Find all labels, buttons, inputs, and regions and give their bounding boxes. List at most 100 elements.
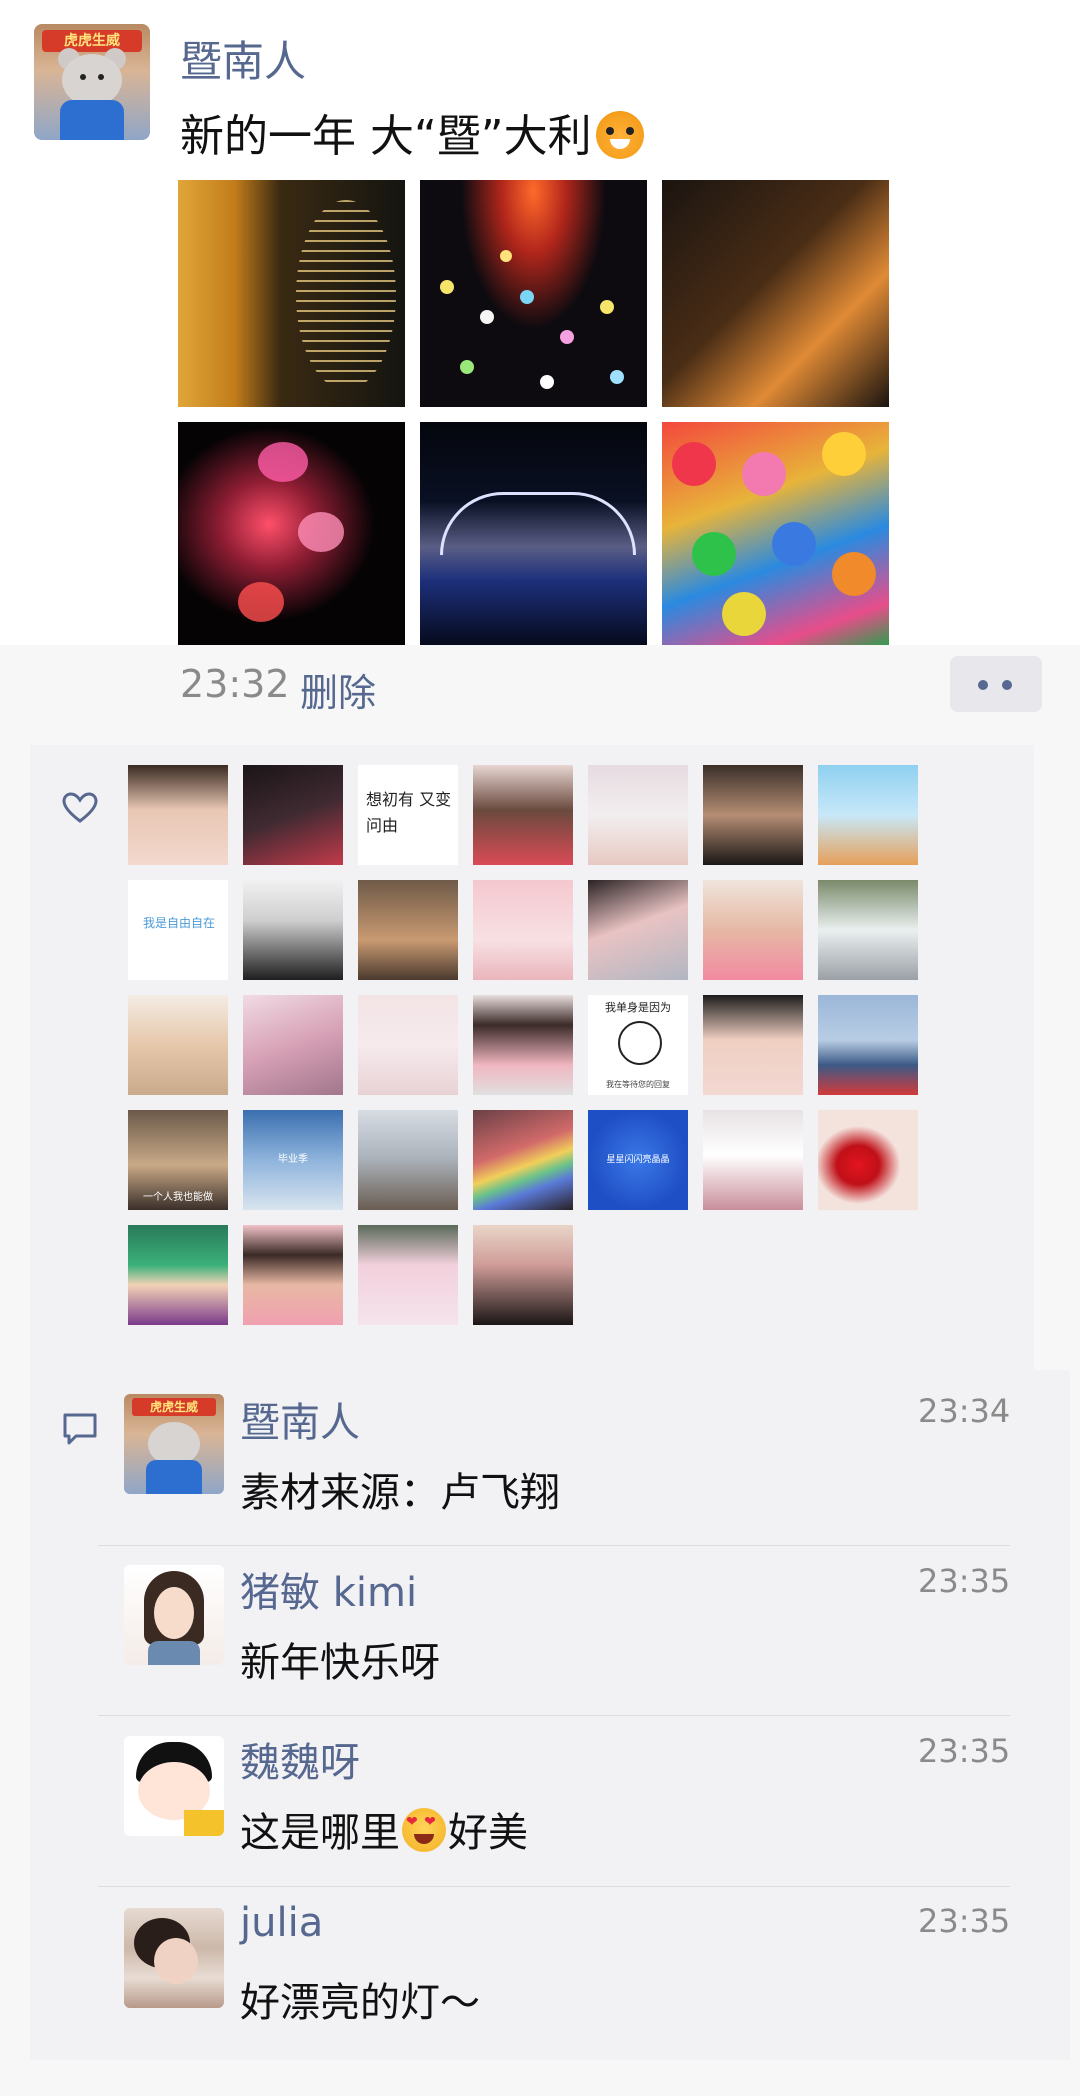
more-actions-button[interactable] bbox=[950, 656, 1042, 712]
liker-avatar[interactable]: 一个人我也能做 bbox=[128, 1110, 228, 1210]
liker-avatar[interactable]: 我单身是因为 我在等待您的回复 bbox=[588, 995, 688, 1095]
more-dot bbox=[1002, 680, 1012, 690]
liker-avatar[interactable] bbox=[473, 1110, 573, 1210]
poster-name[interactable]: 暨南人 bbox=[180, 28, 306, 89]
bridge-arch bbox=[440, 492, 636, 555]
more-dot bbox=[978, 680, 988, 690]
comment-author[interactable]: 暨南人 bbox=[240, 1390, 360, 1448]
photo-face bbox=[154, 1938, 198, 1984]
comment-avatar[interactable] bbox=[124, 1908, 224, 2008]
post-text-content: 新的一年 大“暨”大利 bbox=[180, 111, 592, 162]
cartoon-face-icon bbox=[618, 1021, 662, 1065]
photo-gold-lights-building[interactable] bbox=[178, 180, 405, 407]
lantern bbox=[822, 432, 866, 476]
liker-avatar[interactable] bbox=[243, 1225, 343, 1325]
lantern bbox=[672, 442, 716, 486]
comment-text[interactable]: 好漂亮的灯～ bbox=[240, 1970, 480, 2028]
bokeh-dot bbox=[610, 370, 624, 384]
cartoon-shirt bbox=[148, 1641, 200, 1665]
comment-author[interactable]: 猪敏 kimi bbox=[240, 1560, 417, 1618]
liker-avatar[interactable] bbox=[818, 765, 918, 865]
avatar-room-caption: 一个人我也能做 bbox=[143, 1192, 213, 1203]
liker-avatar[interactable] bbox=[128, 765, 228, 865]
liker-avatar[interactable] bbox=[128, 1225, 228, 1325]
delete-link[interactable]: 删除 bbox=[300, 662, 376, 717]
liker-avatar[interactable] bbox=[358, 1225, 458, 1325]
liker-avatar[interactable]: 毕业季 bbox=[243, 1110, 343, 1210]
comment-time: 23:35 bbox=[918, 1562, 1011, 1600]
bear-eye bbox=[80, 74, 86, 80]
comment-divider bbox=[98, 1715, 1010, 1716]
avatar-stars-caption: 星星闪闪亮晶晶 bbox=[606, 1155, 670, 1165]
liker-avatar[interactable] bbox=[128, 995, 228, 1095]
liker-avatar[interactable] bbox=[473, 880, 573, 980]
avatar-cartoon-caption: 我单身是因为 bbox=[605, 1001, 671, 1014]
comment-avatar[interactable] bbox=[124, 1736, 224, 1836]
tiger-face-icon bbox=[595, 111, 644, 159]
liker-avatar[interactable] bbox=[703, 880, 803, 980]
comment-divider bbox=[98, 1886, 1010, 1887]
comment-text[interactable]: 新年快乐呀 bbox=[240, 1630, 440, 1688]
avatar-handwriting-text: 想初有 又变问由 bbox=[366, 790, 452, 835]
butterfly-shape bbox=[258, 442, 308, 482]
liker-avatar[interactable] bbox=[358, 995, 458, 1095]
liker-avatar[interactable] bbox=[818, 1110, 918, 1210]
liker-avatar[interactable] bbox=[818, 995, 918, 1095]
comment-time: 23:34 bbox=[918, 1392, 1011, 1430]
bokeh-dot bbox=[440, 280, 454, 294]
bear-body bbox=[146, 1460, 202, 1494]
liker-avatar[interactable] bbox=[473, 765, 573, 865]
avatar-cartoon-subcaption: 我在等待您的回复 bbox=[606, 1080, 670, 1089]
liker-avatar[interactable] bbox=[818, 880, 918, 980]
liker-avatar[interactable] bbox=[243, 880, 343, 980]
photo-bridge-night-river[interactable] bbox=[420, 422, 647, 649]
comment-avatar[interactable] bbox=[124, 1565, 224, 1665]
bokeh-dot bbox=[560, 330, 574, 344]
liker-avatar[interactable] bbox=[243, 995, 343, 1095]
comment-text-part: 这是哪里 bbox=[240, 1810, 400, 1856]
comment-icon bbox=[63, 1413, 97, 1445]
bear-eye bbox=[98, 74, 104, 80]
heart-eyes-emoji-icon bbox=[402, 1808, 446, 1852]
lantern bbox=[692, 532, 736, 576]
photo-string-lights-tower[interactable] bbox=[662, 180, 889, 407]
comment-author[interactable]: 魏魏呀 bbox=[240, 1730, 360, 1788]
comment-avatar[interactable]: 虎虎生威 bbox=[124, 1394, 224, 1494]
liker-avatar[interactable] bbox=[243, 765, 343, 865]
liker-avatar[interactable] bbox=[588, 880, 688, 980]
liker-avatar[interactable]: 想初有 又变问由 bbox=[358, 765, 458, 865]
post-text: 新的一年 大“暨”大利 bbox=[180, 100, 644, 164]
heart-icon bbox=[62, 792, 98, 823]
bokeh-dot bbox=[480, 310, 494, 324]
comment-text[interactable]: 素材来源：卢飞翔 bbox=[240, 1460, 560, 1518]
comment-text[interactable]: 这是哪里 好美 bbox=[240, 1800, 528, 1858]
lantern bbox=[772, 522, 816, 566]
liker-avatar[interactable] bbox=[358, 1110, 458, 1210]
liker-avatar[interactable] bbox=[358, 880, 458, 980]
poster-avatar[interactable]: 虎虎生威 bbox=[34, 24, 150, 140]
bokeh-dot bbox=[460, 360, 474, 374]
liker-avatar[interactable] bbox=[588, 765, 688, 865]
liker-avatar[interactable] bbox=[473, 1225, 573, 1325]
photo-colorful-lanterns[interactable] bbox=[662, 422, 889, 649]
butterfly-shape bbox=[238, 582, 284, 622]
post-timestamp: 23:32 bbox=[180, 662, 290, 706]
bokeh-dot bbox=[500, 250, 512, 262]
comment-author[interactable]: julia bbox=[240, 1900, 323, 1946]
liker-avatar[interactable] bbox=[703, 765, 803, 865]
bear-head bbox=[62, 54, 122, 106]
cartoon-face bbox=[154, 1587, 194, 1639]
photo-butterfly-lights[interactable] bbox=[178, 422, 405, 649]
cartoon-yellow-shape bbox=[184, 1810, 224, 1836]
liker-avatar[interactable] bbox=[703, 995, 803, 1095]
photo-koi-lantern-bokeh[interactable] bbox=[420, 180, 647, 407]
comment-text-part: 好美 bbox=[448, 1810, 528, 1856]
liker-avatar[interactable]: 星星闪闪亮晶晶 bbox=[588, 1110, 688, 1210]
liker-avatar[interactable]: 我是自由自在 bbox=[128, 880, 228, 980]
bokeh-dot bbox=[520, 290, 534, 304]
light-strands bbox=[296, 200, 396, 390]
liker-avatar[interactable] bbox=[703, 1110, 803, 1210]
avatar-banner-text: 虎虎生威 bbox=[42, 30, 142, 52]
liker-avatar[interactable] bbox=[473, 995, 573, 1095]
comment-time: 23:35 bbox=[918, 1732, 1011, 1770]
